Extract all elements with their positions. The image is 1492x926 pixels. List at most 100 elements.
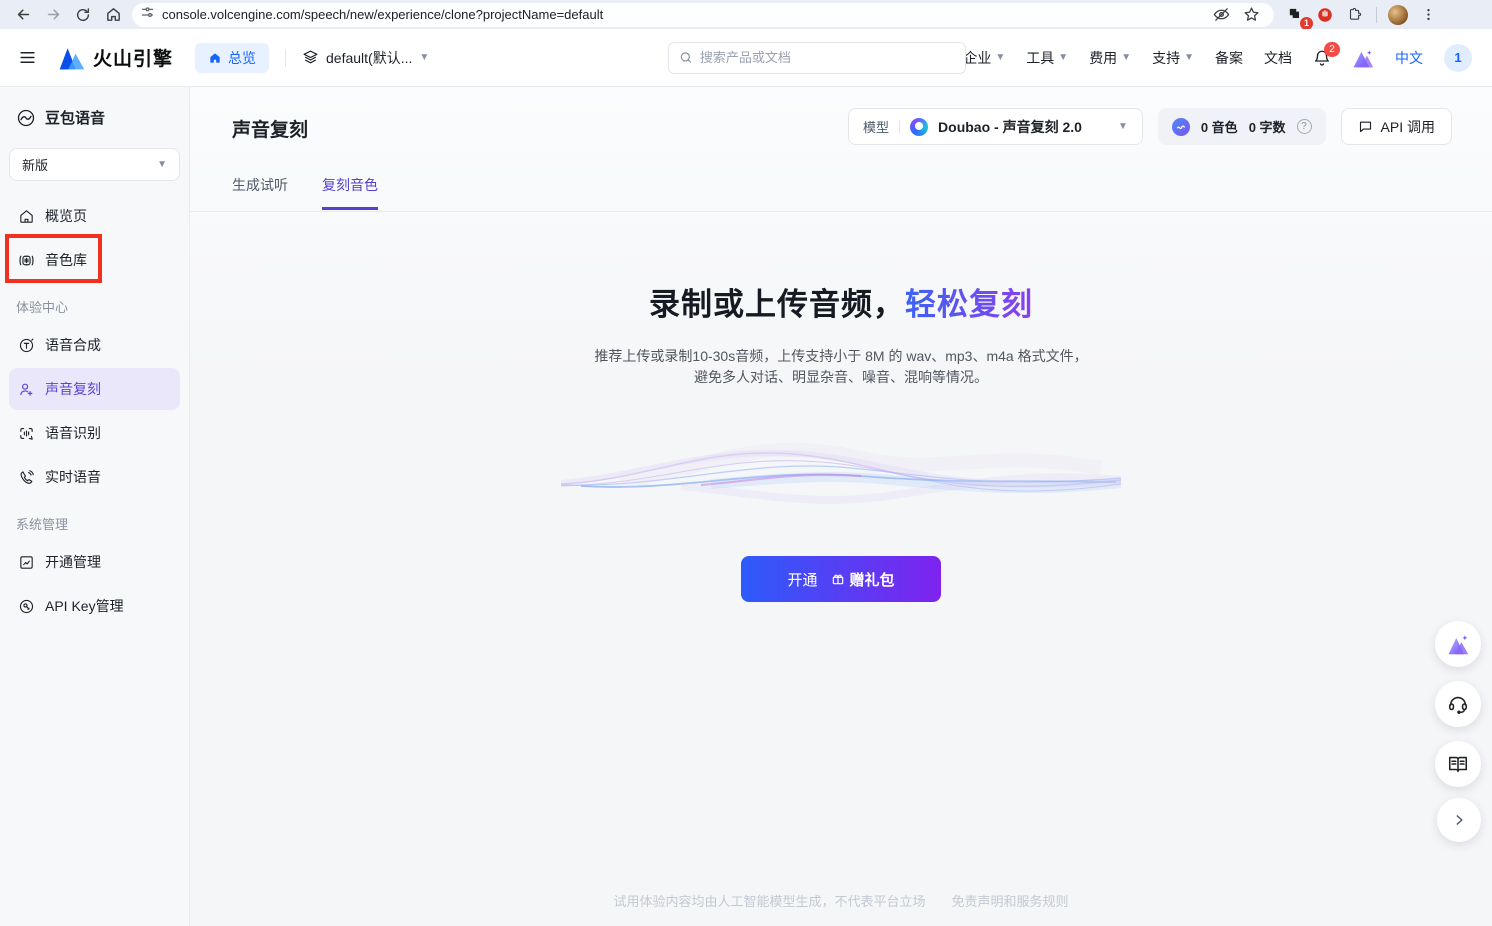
search-input[interactable] [700, 50, 955, 65]
activate-button[interactable]: 开通 赠礼包 [741, 556, 941, 602]
footer-disclaimer: 试用体验内容均由人工智能模型生成，不代表平台立场 [613, 894, 925, 909]
sidebar-section-experience: 体验中心 [0, 283, 189, 322]
browser-toolbar: console.volcengine.com/speech/new/experi… [0, 0, 1492, 29]
logo-text: 火山引擎 [93, 44, 173, 71]
site-info-icon[interactable] [140, 5, 155, 25]
project-label: default(默认... [326, 48, 412, 68]
menu-enterprise[interactable]: 企业▼ [963, 48, 1005, 68]
float-support-button[interactable] [1435, 681, 1481, 727]
sidebar-item-asr[interactable]: 语音识别 [9, 412, 180, 454]
sidebar-item-realtime[interactable]: 实时语音 [9, 456, 180, 498]
float-collapse-button[interactable] [1437, 798, 1481, 842]
tts-icon [18, 337, 35, 354]
chevron-down-icon: ▼ [1118, 121, 1128, 132]
browser-profile-avatar[interactable] [1383, 3, 1413, 27]
version-selector[interactable]: 新版 ▼ [9, 148, 180, 181]
sidebar-product-header[interactable]: 豆包语音 [0, 99, 189, 142]
url-text[interactable]: console.volcengine.com/speech/new/experi… [162, 7, 1206, 22]
toolbar-divider [1376, 7, 1377, 23]
headset-icon [1447, 693, 1469, 715]
version-label: 新版 [22, 155, 48, 174]
hero-title-gradient: 轻松复刻 [905, 287, 1033, 322]
overview-label: 总览 [228, 48, 256, 68]
waveform-graphic [190, 428, 1492, 520]
home-icon[interactable] [98, 3, 128, 27]
realtime-voice-icon [18, 469, 35, 486]
bookmark-star-icon[interactable] [1236, 3, 1266, 27]
global-search[interactable] [668, 42, 966, 74]
asr-icon [18, 425, 35, 442]
volcengine-logo[interactable]: 火山引擎 [58, 44, 173, 71]
doubao-voice-icon [16, 108, 36, 128]
gift-icon [831, 572, 845, 586]
chevron-down-icon: ▼ [419, 52, 429, 63]
api-key-icon [18, 598, 35, 615]
home-outline-icon [18, 208, 35, 225]
ai-assistant-icon[interactable] [1352, 48, 1374, 68]
menu-icp[interactable]: 备案 [1215, 48, 1243, 68]
footer-disclaimer-link[interactable]: 免责声明和服务规则 [952, 894, 1069, 909]
back-icon[interactable] [8, 3, 38, 27]
activation-doc-icon [18, 554, 35, 571]
layers-icon [302, 49, 319, 66]
chevron-right-icon [1452, 813, 1466, 827]
activate-label: 开通 [787, 569, 817, 590]
tab-generate-preview[interactable]: 生成试听 [232, 175, 288, 210]
model-value: Doubao - 声音复刻 2.0 [938, 117, 1082, 137]
notification-badge: 2 [1324, 42, 1340, 57]
project-switcher[interactable]: default(默认... ▼ [302, 48, 429, 68]
sidebar-section-system: 系统管理 [0, 500, 189, 539]
sidebar-item-voice-library[interactable]: 音色库 [9, 239, 180, 281]
language-switch[interactable]: 中文 [1395, 48, 1423, 68]
usage-wave-icon [1172, 118, 1190, 136]
docs-book-icon [1447, 753, 1469, 775]
ai-mountain-icon [1446, 633, 1470, 655]
voice-library-icon [18, 252, 35, 269]
sidebar-item-voice-clone[interactable]: 声音复刻 [9, 368, 180, 410]
tab-bar: 生成试听 复刻音色 [232, 175, 378, 210]
product-title: 豆包语音 [45, 107, 105, 128]
main-content: 声音复刻 模型 Doubao - 声音复刻 2.0 ▼ 0 音色 0 字数 ? … [190, 87, 1492, 926]
reload-icon[interactable] [68, 3, 98, 27]
search-icon [679, 50, 693, 65]
hero-description: 推荐上传或录制10-30s音频，上传支持小于 8M 的 wav、mp3、m4a … [190, 346, 1492, 388]
user-avatar[interactable]: 1 [1444, 44, 1472, 72]
sidebar-item-tts[interactable]: 语音合成 [9, 324, 180, 366]
menu-billing[interactable]: 费用▼ [1089, 48, 1131, 68]
volcengine-mountain-icon [58, 46, 86, 70]
usage-voices: 0 音色 [1201, 117, 1238, 136]
hero-section: 录制或上传音频，轻松复刻 推荐上传或录制10-30s音频，上传支持小于 8M 的… [190, 279, 1492, 602]
extension-icon[interactable]: 1 [1280, 3, 1310, 27]
sidebar-item-activation[interactable]: 开通管理 [9, 541, 180, 583]
sidebar-item-overview[interactable]: 概览页 [9, 195, 180, 237]
sidebar-item-api-key[interactable]: API Key管理 [9, 585, 180, 627]
model-selector[interactable]: 模型 Doubao - 声音复刻 2.0 ▼ [848, 108, 1143, 145]
address-bar[interactable]: console.volcengine.com/speech/new/experi… [132, 3, 1274, 27]
gift-label: 赠礼包 [850, 569, 895, 590]
api-call-button[interactable]: API 调用 [1341, 108, 1452, 145]
usage-stats[interactable]: 0 音色 0 字数 ? [1158, 108, 1326, 145]
kebab-menu-icon[interactable] [1413, 3, 1443, 27]
forward-icon[interactable] [38, 3, 68, 27]
menu-tools[interactable]: 工具▼ [1026, 48, 1068, 68]
extension-badge: 1 [1300, 17, 1313, 30]
hero-title: 录制或上传音频，轻松复刻 [190, 279, 1492, 324]
doubao-model-icon [910, 118, 928, 136]
hamburger-menu-icon[interactable] [10, 41, 44, 75]
menu-docs[interactable]: 文档 [1264, 48, 1292, 68]
float-docs-button[interactable] [1435, 741, 1481, 787]
float-ai-assistant-button[interactable] [1435, 621, 1481, 667]
chevron-down-icon: ▼ [157, 159, 167, 170]
adblock-icon[interactable] [1310, 3, 1340, 27]
console-topnav: 火山引擎 总览 default(默认... ▼ 企业▼ 工具▼ 费用▼ 支持▼ … [0, 29, 1492, 87]
menu-support[interactable]: 支持▼ [1152, 48, 1194, 68]
overview-button[interactable]: 总览 [195, 43, 269, 73]
hero-title-normal: 录制或上传音频， [649, 287, 905, 322]
tab-clone-voice[interactable]: 复刻音色 [322, 175, 378, 210]
help-icon[interactable]: ? [1297, 119, 1312, 134]
eye-off-icon[interactable] [1206, 3, 1236, 27]
extensions-puzzle-icon[interactable] [1340, 3, 1370, 27]
overview-home-icon [208, 51, 222, 65]
notification-bell-icon[interactable]: 2 [1313, 49, 1331, 67]
usage-chars: 0 字数 [1249, 117, 1286, 136]
